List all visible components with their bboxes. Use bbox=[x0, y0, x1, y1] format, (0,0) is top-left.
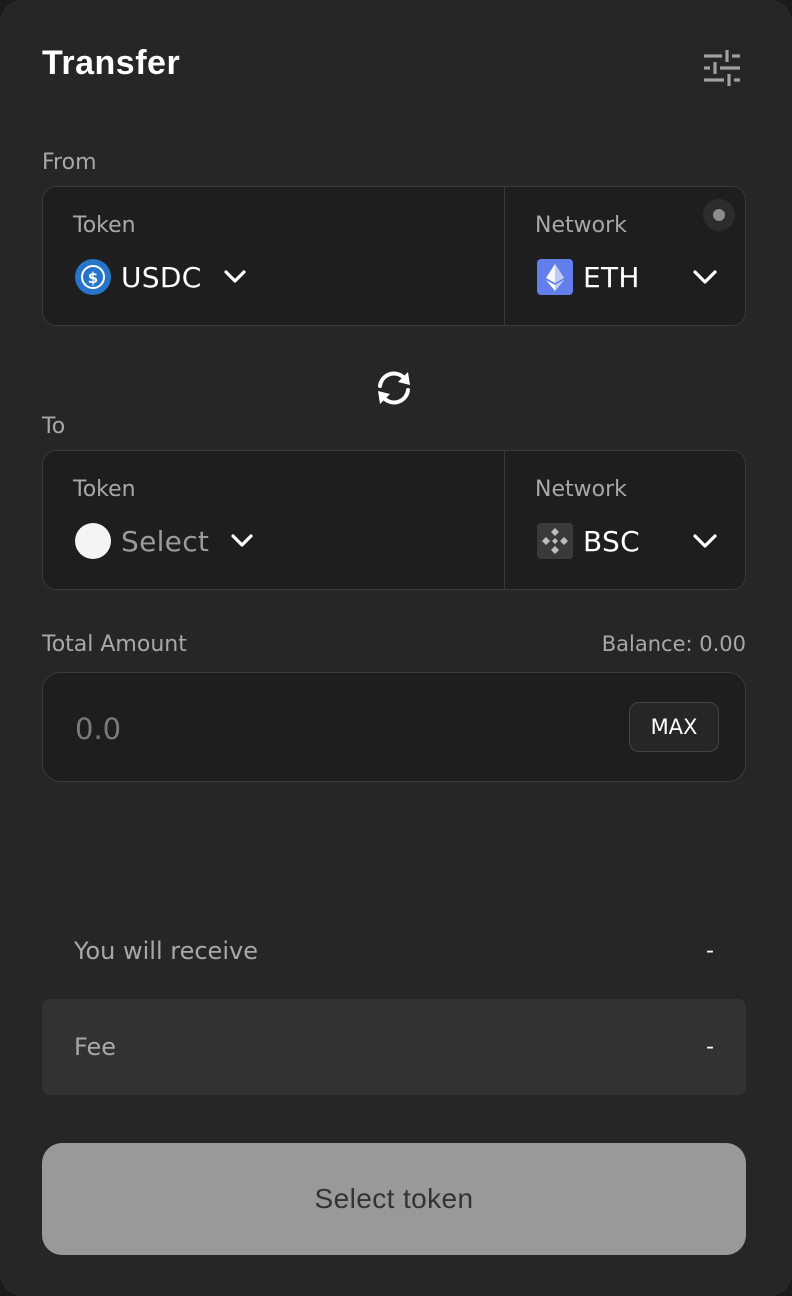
from-token-select[interactable]: Token $ USDC bbox=[43, 187, 505, 325]
transfer-card: Transfer From Token $ USDC Network ETH T… bbox=[0, 0, 792, 1296]
amount-header: Total Amount Balance: 0.00 bbox=[42, 632, 746, 657]
to-token-caption: Token bbox=[73, 477, 136, 502]
from-network-caption: Network bbox=[535, 213, 627, 238]
amount-field: MAX bbox=[42, 672, 746, 782]
usdc-icon: $ bbox=[75, 259, 111, 295]
receive-label: You will receive bbox=[74, 937, 258, 965]
total-amount-label: Total Amount bbox=[42, 632, 187, 657]
to-label: To bbox=[42, 414, 66, 439]
svg-text:$: $ bbox=[88, 269, 98, 287]
to-network-label: BSC bbox=[583, 524, 640, 558]
from-network-label: ETH bbox=[583, 260, 640, 294]
select-token-button[interactable]: Select token bbox=[42, 1143, 746, 1255]
swap-direction-button[interactable] bbox=[372, 366, 416, 410]
chevron-down-icon bbox=[223, 270, 246, 283]
from-token-value: $ USDC bbox=[75, 259, 248, 295]
fee-row: Fee - bbox=[42, 999, 746, 1095]
balance-text: Balance: 0.00 bbox=[601, 632, 746, 656]
from-token-caption: Token bbox=[73, 213, 136, 238]
page-title: Transfer bbox=[42, 44, 181, 82]
fee-label: Fee bbox=[74, 1033, 117, 1061]
amount-input[interactable] bbox=[73, 703, 597, 755]
bnb-chain-icon bbox=[537, 523, 573, 559]
to-selector: Token Select Network BSC bbox=[42, 450, 746, 590]
ethereum-icon bbox=[537, 259, 573, 295]
chevron-down-icon bbox=[693, 534, 717, 548]
swap-arrows-icon bbox=[378, 371, 410, 405]
from-token-label: USDC bbox=[121, 260, 202, 294]
from-network-select[interactable]: Network ETH bbox=[505, 187, 745, 325]
receive-value: - bbox=[706, 938, 714, 964]
fee-value: - bbox=[706, 1034, 714, 1060]
sliders-icon bbox=[704, 50, 740, 86]
to-token-select[interactable]: Token Select bbox=[43, 451, 505, 589]
max-button[interactable]: MAX bbox=[629, 702, 719, 752]
settings-button[interactable] bbox=[700, 48, 744, 88]
from-network-value: ETH bbox=[537, 259, 640, 295]
from-selector: Token $ USDC Network ETH bbox=[42, 186, 746, 326]
receive-row: You will receive - bbox=[42, 903, 746, 999]
to-network-select[interactable]: Network BSC bbox=[505, 451, 745, 589]
from-label: From bbox=[42, 150, 97, 175]
status-indicator bbox=[703, 199, 735, 231]
to-token-label: Select bbox=[121, 524, 210, 558]
chevron-down-icon bbox=[231, 534, 253, 547]
to-token-value: Select bbox=[75, 523, 255, 559]
placeholder-token-icon bbox=[75, 523, 111, 559]
to-network-value: BSC bbox=[537, 523, 640, 559]
to-network-caption: Network bbox=[535, 477, 627, 502]
chevron-down-icon bbox=[693, 270, 717, 284]
